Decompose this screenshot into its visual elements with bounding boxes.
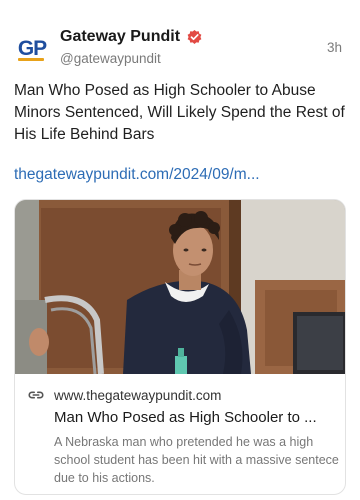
link-preview-card[interactable]: www.thegatewaypundit.com Man Who Posed a… xyxy=(14,199,346,495)
account-name[interactable]: Gateway Pundit xyxy=(60,28,180,46)
name-row: Gateway Pundit xyxy=(60,28,203,46)
article-image xyxy=(15,200,345,374)
card-info: www.thegatewaypundit.com Man Who Posed a… xyxy=(15,374,345,494)
post-text: Man Who Posed as High Schooler to Abuse … xyxy=(14,82,345,143)
avatar[interactable]: GP xyxy=(14,30,50,66)
post-header: GP Gateway Pundit @gatewaypundit 3h xyxy=(14,22,346,72)
social-post[interactable]: GP Gateway Pundit @gatewaypundit 3h Man … xyxy=(0,0,360,500)
account-handle[interactable]: @gatewaypundit xyxy=(60,51,161,66)
card-title[interactable]: Man Who Posed as High Schooler to ... xyxy=(27,409,333,426)
domain-row: www.thegatewaypundit.com xyxy=(27,384,333,406)
gateway-pundit-logo-icon: GP xyxy=(17,36,47,60)
logo-accent-bar xyxy=(18,58,44,61)
card-domain: www.thegatewaypundit.com xyxy=(54,387,222,403)
card-description: A Nebraska man who pretended he was a hi… xyxy=(54,435,339,485)
post-timestamp: 3h xyxy=(326,40,342,55)
courtroom-photo xyxy=(15,200,345,374)
verified-badge-icon xyxy=(187,29,202,44)
link-icon xyxy=(28,391,44,399)
post-link[interactable]: thegatewaypundit.com/2024/09/m... xyxy=(14,166,348,184)
